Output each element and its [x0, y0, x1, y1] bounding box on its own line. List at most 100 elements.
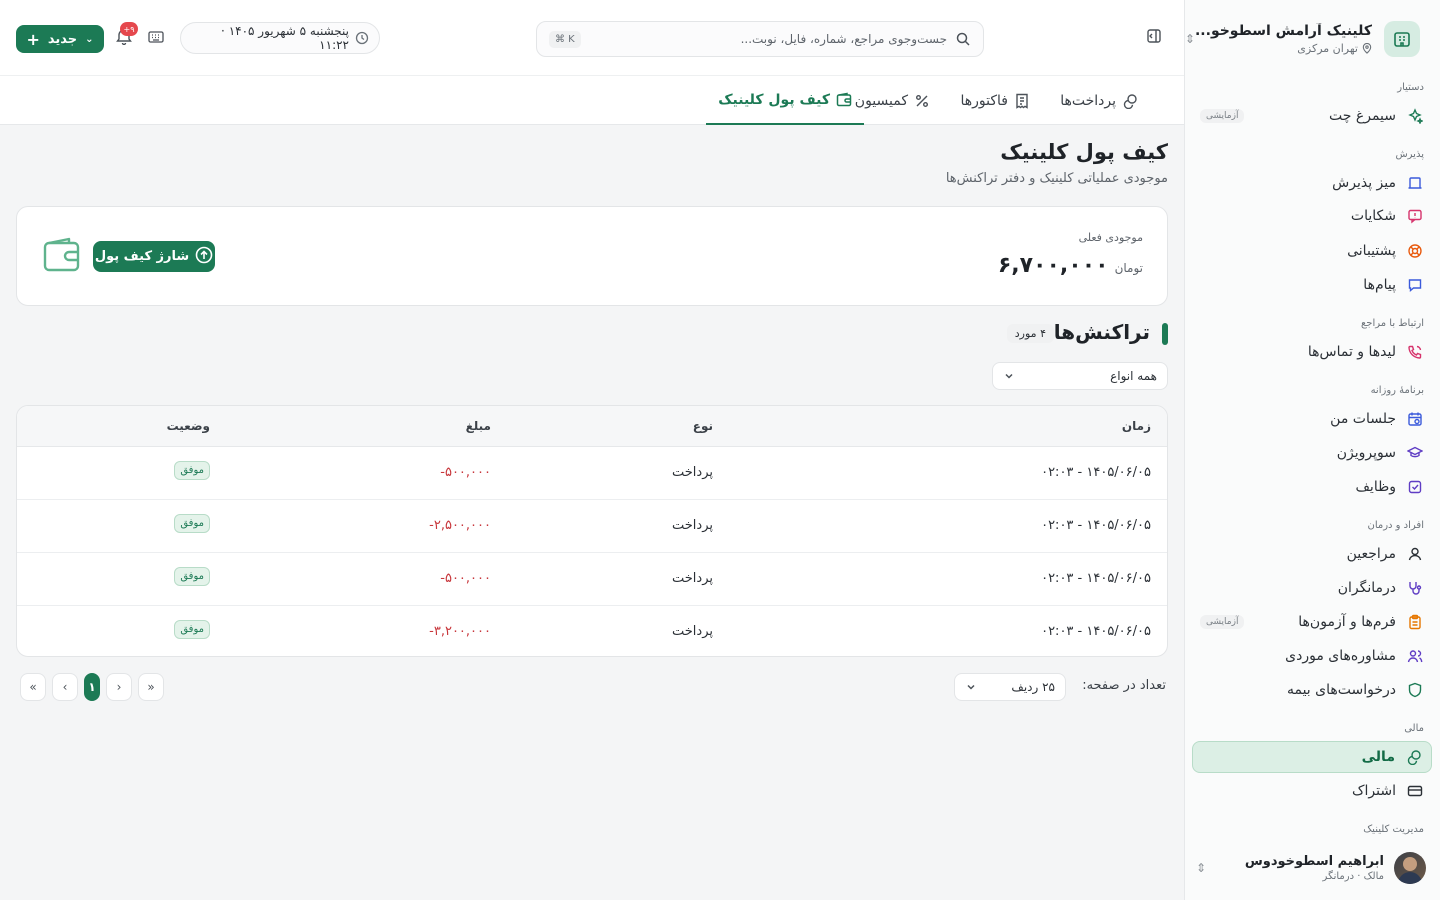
- checkbox-icon: [1406, 478, 1424, 496]
- notification-count-badge: ۹+: [120, 22, 138, 36]
- coins-icon: [1122, 93, 1138, 109]
- balance-unit: تومان: [1114, 261, 1143, 275]
- sidebar-item-clients[interactable]: مراجعین: [1192, 538, 1432, 570]
- sidebar-item-messages[interactable]: پیام‌ها: [1192, 269, 1432, 301]
- first-page-button[interactable]: «: [20, 673, 46, 701]
- table-row[interactable]: ۱۴۰۵/۰۶/۰۵ - ۰۲:۰۳ پرداخت -۲,۵۰۰,۰۰۰ موف…: [17, 500, 1167, 553]
- new-button[interactable]: ⌄ جدید +: [16, 25, 104, 53]
- chevron-down-icon: [1003, 370, 1015, 382]
- balance-label: موجودی فعلی: [1078, 231, 1143, 244]
- section-finance: مالی: [1404, 723, 1424, 734]
- clinic-location: تهران مرکزی: [1195, 42, 1372, 55]
- sidebar-item-label: مالی: [1361, 749, 1395, 765]
- page-subtitle: موجودی عملیاتی کلینیک و دفتر تراکنش‌ها: [945, 171, 1168, 186]
- sidebar-item-complaints[interactable]: شکایات: [1192, 200, 1432, 232]
- last-page-button[interactable]: »: [138, 673, 164, 701]
- desk-icon: [1406, 174, 1424, 192]
- next-page-button[interactable]: ›: [106, 673, 132, 701]
- sidebar-item-leads[interactable]: لیدها و تماس‌ها: [1192, 336, 1432, 368]
- sidebar-item-forms[interactable]: فرم‌ها و آزمون‌ها آزمایشی: [1192, 606, 1432, 638]
- location-pin-icon: [1362, 43, 1372, 54]
- sidebar-item-supervision[interactable]: سوپرویژن: [1192, 437, 1432, 469]
- tab-payments[interactable]: پرداخت‌ها: [1060, 76, 1138, 125]
- stethoscope-icon: [1406, 579, 1424, 597]
- datetime-display: پنجشنبه ۵ شهریور ۱۴۰۵ · ۱۱:۲۲: [180, 22, 380, 54]
- user-icon: [1406, 545, 1424, 563]
- sparkles-icon: [1406, 107, 1424, 125]
- sidebar-item-label: سیمرغ چت: [1329, 108, 1396, 124]
- section-clients: ارتباط با مراجع: [1360, 318, 1424, 329]
- percent-icon: [914, 93, 930, 109]
- sidebar-item-label: درمانگران: [1337, 580, 1396, 596]
- cell-time: ۱۴۰۵/۰۶/۰۵ - ۰۲:۰۳: [1041, 624, 1151, 639]
- section-people: افراد و درمان: [1367, 520, 1424, 531]
- sidebar-toggle-icon[interactable]: [1144, 28, 1162, 46]
- chevron-down-icon: ⌄: [85, 33, 94, 45]
- tab-wallet[interactable]: کیف پول کلینیک: [706, 76, 864, 125]
- cell-amount: -۳,۲۰۰,۰۰۰: [429, 624, 491, 639]
- column-header-type: نوع: [692, 419, 713, 433]
- table-row[interactable]: ۱۴۰۵/۰۶/۰۵ - ۰۲:۰۳ پرداخت -۵۰۰,۰۰۰ موفق: [17, 553, 1167, 606]
- chevron-right-icon: ›: [116, 680, 122, 694]
- transaction-type-filter[interactable]: همه انواع: [992, 362, 1168, 390]
- user-menu[interactable]: ابراهیم اسطوخودوس مالک · درمانگر ⇕: [1196, 850, 1426, 886]
- sidebar-item-front-desk[interactable]: میز پذیرش: [1192, 167, 1432, 199]
- sidebar-item-subscription[interactable]: اشتراک: [1192, 775, 1432, 807]
- sidebar-item-tasks[interactable]: وظایف: [1192, 471, 1432, 503]
- clinic-switcher[interactable]: کلینیک آرامش اسطوخو... تهران مرکزی ⇕: [1185, 20, 1420, 58]
- clock-icon: [355, 31, 369, 45]
- cell-type: پرداخت: [672, 518, 713, 533]
- cell-time: ۱۴۰۵/۰۶/۰۵ - ۰۲:۰۳: [1041, 465, 1151, 480]
- table-row[interactable]: ۱۴۰۵/۰۶/۰۵ - ۰۲:۰۳ پرداخت -۳,۲۰۰,۰۰۰ موف…: [17, 606, 1167, 656]
- pagination: « ‹ ۱ › »: [20, 673, 164, 701]
- section-admin: مدیریت کلینیک: [1363, 824, 1424, 835]
- search-placeholder: جست‌وجوی مراجع، شماره، فایل، نوبت...: [740, 32, 947, 46]
- sidebar-item-label: جلسات من: [1330, 411, 1396, 427]
- keyboard-icon[interactable]: [146, 30, 164, 46]
- charge-wallet-button[interactable]: شارژ کیف پول: [93, 241, 215, 272]
- sidebar-item-insurance[interactable]: درخواست‌های بیمه: [1192, 674, 1432, 706]
- sidebar-item-therapists[interactable]: درمانگران: [1192, 572, 1432, 604]
- sidebar-item-label: مشاوره‌های موردی: [1285, 648, 1396, 664]
- section-accent-bar: [1162, 323, 1168, 345]
- clinic-name: کلینیک آرامش اسطوخو...: [1194, 23, 1372, 39]
- status-badge: موفق: [174, 620, 210, 639]
- calendar-clock-icon: [1406, 410, 1424, 428]
- clinic-location-text: تهران مرکزی: [1297, 42, 1358, 55]
- cell-type: پرداخت: [672, 571, 713, 586]
- sidebar-item-chat[interactable]: سیمرغ چت آزمایشی: [1192, 100, 1432, 132]
- lifebuoy-icon: [1406, 242, 1424, 260]
- beta-badge: آزمایشی: [1200, 615, 1245, 629]
- sidebar: کلینیک آرامش اسطوخو... تهران مرکزی ⇕ دست…: [1184, 0, 1440, 900]
- sidebar-item-label: سوپرویژن: [1336, 445, 1396, 461]
- user-name: ابراهیم اسطوخودوس: [1244, 854, 1384, 869]
- prev-page-button[interactable]: ‹: [52, 673, 78, 701]
- graduation-cap-icon: [1406, 444, 1424, 462]
- tab-label: پرداخت‌ها: [1060, 92, 1116, 109]
- sidebar-item-cases[interactable]: مشاوره‌های موردی: [1192, 640, 1432, 672]
- avatar: [1394, 852, 1426, 884]
- sidebar-item-label: لیدها و تماس‌ها: [1307, 344, 1396, 360]
- chevron-updown-icon: ⇕: [1184, 32, 1195, 46]
- rows-per-page-select[interactable]: ۲۵ ردیف: [954, 673, 1066, 701]
- wallet-icon: [41, 237, 81, 275]
- plus-icon: +: [26, 29, 40, 49]
- sidebar-item-label: پشتیبانی: [1347, 243, 1396, 259]
- search-input[interactable]: جست‌وجوی مراجع، شماره، فایل، نوبت... ⌘ K: [536, 21, 984, 57]
- cell-type: پرداخت: [672, 465, 713, 480]
- chevrons-left-icon: «: [29, 680, 37, 694]
- tab-label: فاکتورها: [960, 92, 1009, 109]
- transactions-title: تراکنش‌ها: [1053, 320, 1150, 344]
- sidebar-item-support[interactable]: پشتیبانی: [1192, 235, 1432, 267]
- tab-invoices[interactable]: فاکتورها: [961, 76, 1031, 125]
- cell-time: ۱۴۰۵/۰۶/۰۵ - ۰۲:۰۳: [1041, 518, 1151, 533]
- sidebar-item-finance[interactable]: مالی: [1192, 741, 1432, 773]
- page-button-current[interactable]: ۱: [84, 673, 100, 701]
- sidebar-item-sessions[interactable]: جلسات من: [1192, 403, 1432, 435]
- chevrons-right-icon: »: [147, 680, 155, 694]
- table-row[interactable]: ۱۴۰۵/۰۶/۰۵ - ۰۲:۰۳ پرداخت -۵۰۰,۰۰۰ موفق: [17, 447, 1167, 500]
- wallet-icon: [836, 92, 852, 108]
- rows-per-page-label: تعداد در صفحه:: [1082, 678, 1166, 693]
- tab-commission[interactable]: کمیسیون: [855, 76, 930, 125]
- chevron-updown-icon: ⇕: [1196, 861, 1207, 875]
